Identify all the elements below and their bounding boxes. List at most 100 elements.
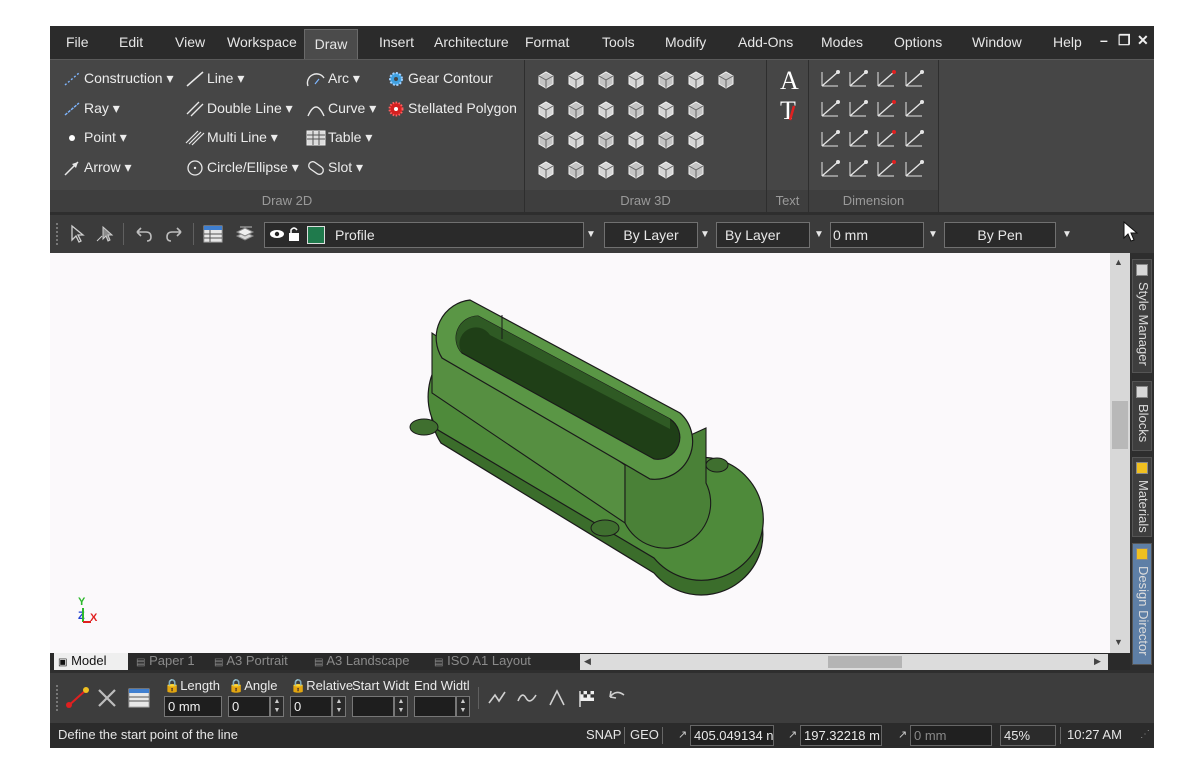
coil-icon[interactable] <box>565 158 587 180</box>
properties-icon[interactable] <box>128 687 150 709</box>
angle-dimension-icon[interactable] <box>875 68 897 90</box>
sphere-icon[interactable] <box>595 128 617 150</box>
resize-grip-icon[interactable]: ⋰ <box>1140 723 1150 748</box>
twist-icon[interactable] <box>625 128 647 150</box>
align-dimension-icon[interactable] <box>847 68 869 90</box>
lock-icon[interactable]: 🔒 <box>290 678 306 693</box>
zoom-level[interactable]: 45% <box>1000 725 1056 746</box>
lock-icon[interactable]: 🔒 <box>164 678 180 693</box>
restore-icon[interactable]: ❐ <box>1118 32 1131 49</box>
multi-line-button[interactable]: Multi Line ▾ <box>185 124 278 150</box>
properties-table-icon[interactable] <box>202 223 224 245</box>
angle-input[interactable]: 0 <box>228 696 270 717</box>
scrollbar-thumb[interactable] <box>1112 401 1128 449</box>
chevron-down-icon[interactable]: ▼ <box>810 222 828 248</box>
cylinder-icon[interactable] <box>595 68 617 90</box>
line-style-dropdown[interactable]: By Layer <box>716 222 810 248</box>
menu-options[interactable]: Options <box>888 26 948 59</box>
tolerance-icon[interactable] <box>903 158 925 180</box>
lock-icon[interactable]: 🔒 <box>228 678 244 693</box>
cone-icon[interactable] <box>565 98 587 120</box>
vertical-scrollbar[interactable]: ▲ ▼ <box>1110 253 1130 653</box>
scrollbar-thumb[interactable] <box>828 656 902 668</box>
snap-toggle[interactable]: SNAP <box>586 723 621 748</box>
visibility-eye-icon[interactable] <box>269 226 285 242</box>
angle-stepper[interactable]: ▲ ▼ <box>270 696 284 717</box>
arc-dimension-icon[interactable] <box>819 128 841 150</box>
x-coordinate-field[interactable]: 405.049134 n <box>690 725 774 746</box>
redo-icon[interactable] <box>164 223 186 245</box>
y-coordinate-field[interactable]: 197.32218 m <box>800 725 882 746</box>
construction-button[interactable]: Construction ▾ <box>62 65 174 91</box>
menu-window[interactable]: Window <box>966 26 1028 59</box>
line-color-dropdown[interactable]: By Layer <box>604 222 698 248</box>
grid-pattern-icon[interactable] <box>685 68 707 90</box>
design-director-tab[interactable]: Design Director <box>1132 543 1152 665</box>
start-width-input[interactable] <box>352 696 394 717</box>
bell-solid-icon[interactable] <box>715 68 737 90</box>
line-button[interactable]: Line ▾ <box>185 65 244 91</box>
lock-icon[interactable] <box>287 226 301 242</box>
end-width-input[interactable] <box>414 696 456 717</box>
select-icon[interactable] <box>66 223 88 245</box>
start-width-stepper[interactable]: ▲ ▼ <box>394 696 408 717</box>
scroll-up-icon[interactable]: ▲ <box>1114 257 1123 267</box>
z-coordinate-field[interactable]: 0 mm <box>910 725 992 746</box>
box-small-icon[interactable] <box>535 128 557 150</box>
cube-icon[interactable] <box>535 98 557 120</box>
undo-icon[interactable] <box>132 223 154 245</box>
sphere-cut-icon[interactable] <box>565 68 587 90</box>
menu-insert[interactable]: Insert <box>373 26 420 59</box>
stairs-icon[interactable] <box>685 98 707 120</box>
geo-toggle[interactable]: GEO <box>630 723 659 748</box>
menu-tools[interactable]: Tools <box>596 26 641 59</box>
scroll-left-icon[interactable]: ◀ <box>584 656 591 667</box>
menu-modes[interactable]: Modes <box>815 26 869 59</box>
menu-draw[interactable]: Draw <box>304 29 358 59</box>
materials-tab[interactable]: Materials <box>1132 457 1152 537</box>
capsule-icon[interactable] <box>625 158 647 180</box>
length-input[interactable]: 0 mm <box>164 696 222 717</box>
undo-segment-icon[interactable] <box>606 687 628 709</box>
close-icon[interactable]: ✕ <box>1137 32 1149 49</box>
ray-button[interactable]: Ray ▾ <box>62 95 120 121</box>
cylinder-hollow-icon[interactable] <box>595 98 617 120</box>
frame-dimension-icon[interactable] <box>903 128 925 150</box>
radius-dimension-icon[interactable] <box>875 98 897 120</box>
linear-dimension-icon[interactable] <box>819 98 841 120</box>
tab-a3-landscape[interactable]: ▤ A3 Landscape <box>310 653 426 670</box>
symmetric-dimension-icon[interactable] <box>847 158 869 180</box>
menu-file[interactable]: File <box>60 26 95 59</box>
relative-stepper[interactable]: ▲ ▼ <box>332 696 346 717</box>
chain-dimension-icon[interactable] <box>903 68 925 90</box>
layer-dropdown[interactable]: Profile <box>264 222 584 248</box>
tab-iso-a1-layout[interactable]: ▤ ISO A1 Layout <box>430 653 570 670</box>
text-icon[interactable]: A <box>777 66 801 94</box>
wedge-icon[interactable] <box>625 68 647 90</box>
spline-icon[interactable] <box>516 687 538 709</box>
scroll-down-icon[interactable]: ▼ <box>1114 637 1123 647</box>
eraser-solid-icon[interactable] <box>655 68 677 90</box>
diameter-dimension-icon[interactable] <box>875 128 897 150</box>
angle-mode-icon[interactable] <box>546 687 568 709</box>
point-button[interactable]: Point ▾ <box>62 124 127 150</box>
horizontal-scrollbar[interactable]: ◀ ▶ <box>580 654 1108 670</box>
slot-button[interactable]: Slot ▾ <box>306 154 363 180</box>
tab-paper-1[interactable]: ▤ Paper 1 <box>132 653 206 670</box>
select-modify-icon[interactable] <box>94 223 116 245</box>
menu-architecture[interactable]: Architecture <box>428 26 510 59</box>
menu-add-ons[interactable]: Add-Ons <box>732 26 799 59</box>
line-width-dropdown[interactable]: 0 mm <box>830 222 924 248</box>
double-line-button[interactable]: Double Line ▾ <box>185 95 293 121</box>
line-tool-active-icon[interactable] <box>64 685 90 711</box>
menu-format[interactable]: Format <box>519 26 575 59</box>
torus-icon[interactable] <box>535 158 557 180</box>
stellated-polygon-button[interactable]: Stellated Polygon <box>386 95 517 121</box>
baseline-dimension-icon[interactable] <box>847 98 869 120</box>
curve-button[interactable]: Curve ▾ <box>306 95 376 121</box>
tab-a3-portrait[interactable]: ▤ A3 Portrait <box>210 653 306 670</box>
menu-view[interactable]: View <box>169 26 211 59</box>
move-dimension-icon[interactable] <box>819 68 841 90</box>
chevron-down-icon[interactable]: ▼ <box>696 222 714 248</box>
pen-dropdown[interactable]: By Pen <box>944 222 1056 248</box>
